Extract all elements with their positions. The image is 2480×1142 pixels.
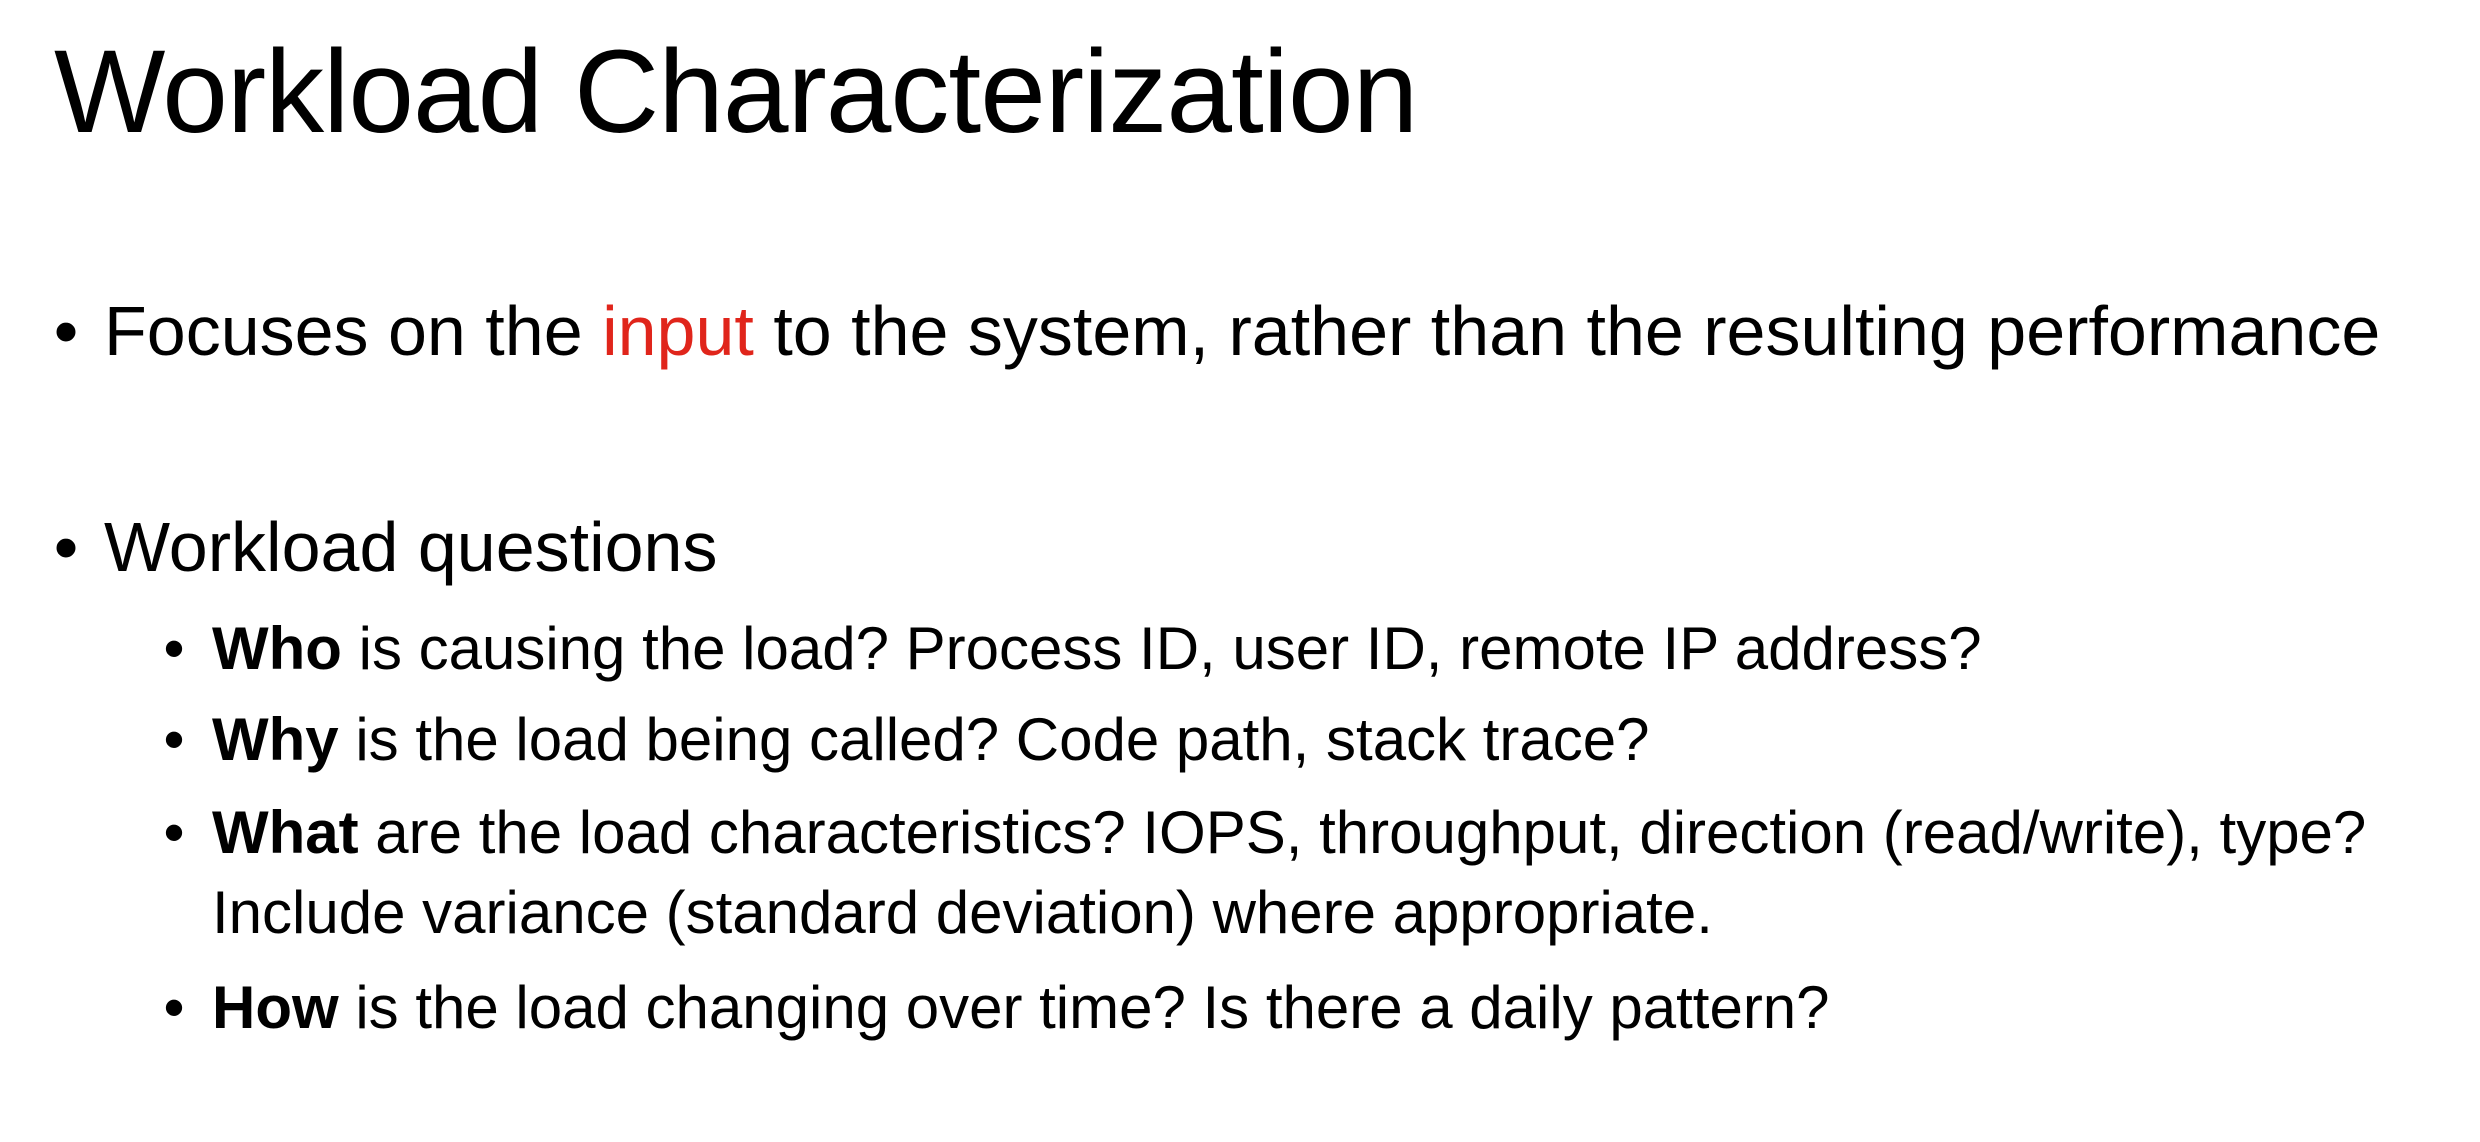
bullet-marker: • bbox=[163, 706, 185, 773]
keyword-what: What bbox=[212, 799, 359, 866]
bullet-marker: • bbox=[163, 799, 185, 866]
highlight-word-input: input bbox=[602, 292, 754, 370]
keyword-why: Why bbox=[212, 706, 339, 773]
bullet-text-before: Focuses on the bbox=[104, 292, 603, 370]
bullet-text-after: to the system, rather than the resulting… bbox=[753, 292, 2381, 370]
sub-bullet-how: • How is the load changing over time? Is… bbox=[163, 968, 2452, 1048]
sub-bullet-text: is the load being called? Code path, sta… bbox=[338, 706, 1650, 773]
bullet-text: Workload questions bbox=[104, 508, 718, 586]
bullet-item-workload-questions: • Workload questions bbox=[54, 500, 2404, 594]
bullet-marker: • bbox=[53, 292, 79, 370]
slide-title: Workload Characterization bbox=[54, 26, 1418, 158]
bullet-marker: • bbox=[163, 974, 185, 1041]
bullet-marker: • bbox=[53, 508, 79, 586]
sub-bullet-text: are the load characteristics? IOPS, thro… bbox=[212, 799, 2367, 946]
slide: Workload Characterization • Focuses on t… bbox=[0, 0, 2480, 1142]
bullet-item-focus: • Focuses on the input to the system, ra… bbox=[54, 284, 2404, 378]
sub-bullet-text: is the load changing over time? Is there… bbox=[338, 974, 1830, 1041]
bullet-marker: • bbox=[163, 615, 185, 682]
sub-bullet-text: is causing the load? Process ID, user ID… bbox=[341, 615, 1982, 682]
sub-bullet-what: • What are the load characteristics? IOP… bbox=[163, 793, 2452, 953]
keyword-how: How bbox=[212, 974, 339, 1041]
keyword-who: Who bbox=[212, 615, 342, 682]
sub-bullet-why: • Why is the load being called? Code pat… bbox=[163, 700, 2452, 780]
sub-bullet-who: • Who is causing the load? Process ID, u… bbox=[163, 609, 2452, 689]
